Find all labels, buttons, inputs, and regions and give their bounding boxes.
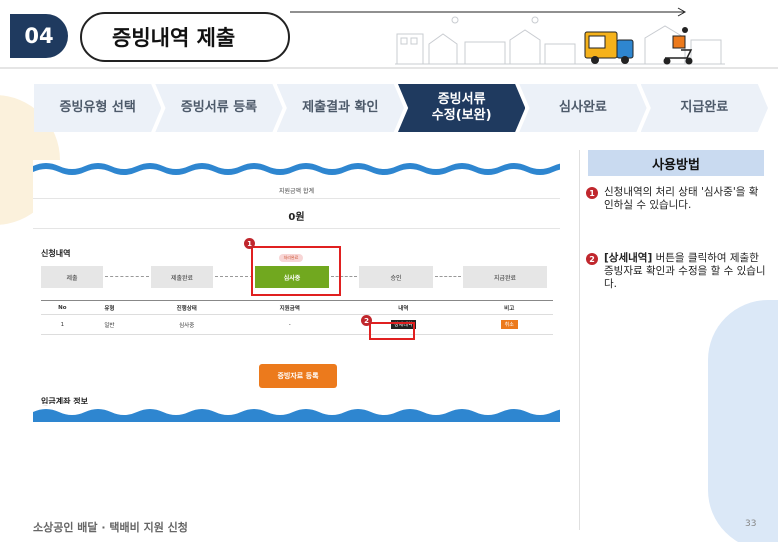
cell-type: 일반	[83, 314, 136, 335]
application-table: No 유형 진행상태 지원금액 내역 비고 1 일반 심사중 - 상세내역 취소	[41, 300, 553, 335]
usage-item-2: 2 [상세내역] 버튼을 클릭하여 제출한 증빙자료 확인과 수정을 할 수 있…	[586, 252, 766, 291]
usage-text-1: 신청내역의 처리 상태 '심사중'을 확인하실 수 있습니다.	[604, 186, 759, 211]
marker-2: 2	[361, 315, 372, 326]
divider	[33, 198, 560, 199]
table-row: 1 일반 심사중 - 상세내역 취소	[41, 314, 553, 335]
step-number-badge: 04	[10, 14, 68, 58]
page-number: 33	[745, 519, 757, 529]
usage-title: 사용방법	[588, 150, 764, 176]
progress-step-approved: 승인	[359, 266, 433, 288]
cell-amount: -	[238, 314, 342, 335]
step-payment-complete: 지급완료	[640, 84, 768, 132]
progress-connector	[435, 276, 461, 277]
wave-bottom-icon	[33, 404, 560, 422]
usage-item-1: 1 신청내역의 처리 상태 '심사중'을 확인하실 수 있습니다.	[586, 186, 766, 212]
marker-1: 1	[244, 238, 255, 249]
col-amount: 지원금액	[238, 300, 342, 315]
process-steps: 증빙유형 선택 증빙서류 등록 제출결과 확인 증빙서류 수정(보완) 심사완료…	[34, 84, 768, 132]
tutorial-slide: 04 증빙내역 제출 증빙유형 선택 증빙서류 등록 제출결과 확인 증빙서류 …	[0, 0, 778, 542]
highlight-box-status	[251, 246, 341, 296]
progress-step-submitted: 제출완료	[151, 266, 213, 288]
number-2-icon: 2	[586, 253, 598, 265]
register-evidence-button[interactable]: 증빙자료 등록	[259, 364, 337, 388]
step-select-type: 증빙유형 선택	[34, 84, 162, 132]
page-title: 증빙내역 제출	[80, 12, 290, 62]
col-type: 유형	[83, 300, 136, 315]
header-divider	[0, 67, 778, 69]
footer-title: 소상공인 배달 · 택배비 지원 신청	[33, 521, 188, 534]
cell-status: 심사중	[135, 314, 239, 335]
cell-no: 1	[41, 314, 84, 335]
col-no: No	[41, 300, 84, 315]
number-1-icon: 1	[586, 187, 598, 199]
col-status: 진행상태	[135, 300, 239, 315]
city-delivery-illustration-icon	[395, 16, 725, 65]
progress-step-paid: 지급완료	[463, 266, 547, 288]
usage-text-2: [상세내역] 버튼을 클릭하여 제출한 증빙자료 확인과 수정을 할 수 있습니…	[604, 252, 766, 291]
step-register-docs: 증빙서류 등록	[155, 84, 283, 132]
decorative-blob-right	[708, 300, 778, 542]
step-review-complete: 심사완료	[519, 84, 647, 132]
embedded-screenshot: 지원금액 합계 0원 신청내역 제출 제출완료 심사중 승인 지급완료 처리완료…	[33, 160, 560, 422]
step-check-result: 제출결과 확인	[276, 84, 404, 132]
vertical-divider	[579, 150, 580, 530]
divider	[33, 228, 560, 229]
step-modify-docs: 증빙서류 수정(보완)	[397, 84, 526, 132]
progress-connector	[215, 276, 253, 277]
cell-note: 취소	[465, 314, 553, 335]
progress-step-submit: 제출	[41, 266, 103, 288]
support-total-label: 지원금액 합계	[278, 188, 315, 195]
usage-keyword: [상세내역]	[604, 252, 653, 264]
application-history-label: 신청내역	[41, 249, 71, 258]
cancel-button[interactable]: 취소	[500, 320, 518, 329]
progress-connector	[105, 276, 149, 277]
col-note: 비고	[465, 300, 553, 315]
col-detail: 내역	[341, 300, 466, 315]
support-total-amount: 0원	[288, 212, 305, 223]
wave-top-icon	[33, 163, 560, 178]
highlight-box-detail	[369, 322, 415, 340]
